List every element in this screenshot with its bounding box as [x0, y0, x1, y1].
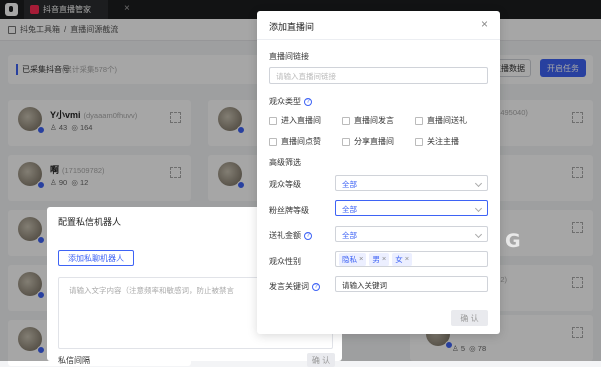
- dialog-title: 添加直播间: [269, 22, 315, 32]
- divider: [257, 39, 500, 40]
- gender-label: 观众性别: [269, 257, 301, 266]
- gender-tag[interactable]: 女 ×: [392, 252, 413, 266]
- link-label: 直播间链接: [269, 52, 309, 61]
- type-checkbox-comment[interactable]: 直播间发言: [342, 115, 394, 126]
- gift-amount-value: 全部: [342, 231, 357, 240]
- level-select[interactable]: 全部: [335, 175, 488, 191]
- audience-type-text: 观众类型: [269, 97, 301, 106]
- checkbox-label: 直播间送礼: [427, 116, 467, 125]
- checkbox-icon: [342, 137, 350, 146]
- gift-amount-text: 送礼金额: [269, 231, 301, 240]
- chevron-down-icon: [474, 204, 483, 213]
- fan-level-value: 全部: [342, 205, 357, 214]
- keyword-label: 发言关键词?: [269, 281, 320, 292]
- fan-level-select[interactable]: 全部: [335, 200, 488, 216]
- add-live-dialog: 添加直播间 × 直播间链接 请输入直播间链接 观众类型? 进入直播间 直播间发言…: [257, 11, 500, 334]
- gender-select[interactable]: 隐私 × 男 × 女 ×: [335, 251, 488, 267]
- checkbox-label: 直播间点赞: [281, 137, 321, 146]
- close-icon[interactable]: ×: [481, 17, 488, 31]
- type-checkbox-gift[interactable]: 直播间送礼: [415, 115, 467, 126]
- level-value: 全部: [342, 180, 357, 189]
- type-checkbox-enter[interactable]: 进入直播间: [269, 115, 321, 126]
- audience-type-label: 观众类型?: [269, 96, 312, 107]
- level-label: 观众等级: [269, 180, 301, 189]
- help-icon[interactable]: ?: [312, 282, 320, 291]
- keyword-text: 发言关键词: [269, 282, 309, 291]
- link-input[interactable]: 请输入直播间链接: [269, 67, 488, 84]
- help-icon[interactable]: ?: [304, 231, 312, 240]
- chevron-down-icon: [474, 179, 483, 188]
- checkbox-icon: [415, 116, 423, 125]
- tag-close-icon[interactable]: ×: [382, 254, 386, 265]
- gift-amount-label: 送礼金额?: [269, 230, 312, 241]
- type-checkbox-like[interactable]: 直播间点赞: [269, 136, 321, 147]
- add-robot-button[interactable]: 添加私聊机器人: [58, 250, 134, 266]
- confirm-button[interactable]: 确 认: [451, 310, 488, 326]
- keyword-input[interactable]: 请输入关键词: [335, 276, 488, 292]
- checkbox-icon: [342, 116, 350, 125]
- advanced-label: 高级筛选: [269, 158, 301, 167]
- robot-confirm-button[interactable]: 确 认: [307, 353, 335, 367]
- checkbox-label: 进入直播间: [281, 116, 321, 125]
- tag-close-icon[interactable]: ×: [359, 254, 363, 265]
- checkbox-label: 直播间发言: [354, 116, 394, 125]
- checkbox-icon: [269, 116, 277, 125]
- tag-label: 隐私: [342, 254, 357, 264]
- tag-label: 男: [372, 254, 380, 264]
- chevron-down-icon: [474, 230, 483, 239]
- help-icon[interactable]: ?: [304, 97, 312, 106]
- checkbox-label: 关注主播: [427, 137, 459, 146]
- type-checkbox-follow[interactable]: 关注主播: [415, 136, 459, 147]
- watermark: G: [505, 230, 521, 252]
- gender-tag[interactable]: 隐私 ×: [339, 252, 367, 266]
- robot-dialog-title: 配置私信机器人: [58, 217, 122, 227]
- tag-close-icon[interactable]: ×: [405, 254, 409, 265]
- checkbox-icon: [269, 137, 277, 146]
- gift-amount-select[interactable]: 全部: [335, 226, 488, 242]
- checkbox-icon: [415, 137, 423, 146]
- tag-label: 女: [395, 254, 403, 264]
- fan-level-label: 粉丝牌等级: [269, 206, 309, 215]
- type-checkbox-share[interactable]: 分享直播间: [342, 136, 394, 147]
- gender-tag[interactable]: 男 ×: [369, 252, 390, 266]
- checkbox-label: 分享直播间: [354, 137, 394, 146]
